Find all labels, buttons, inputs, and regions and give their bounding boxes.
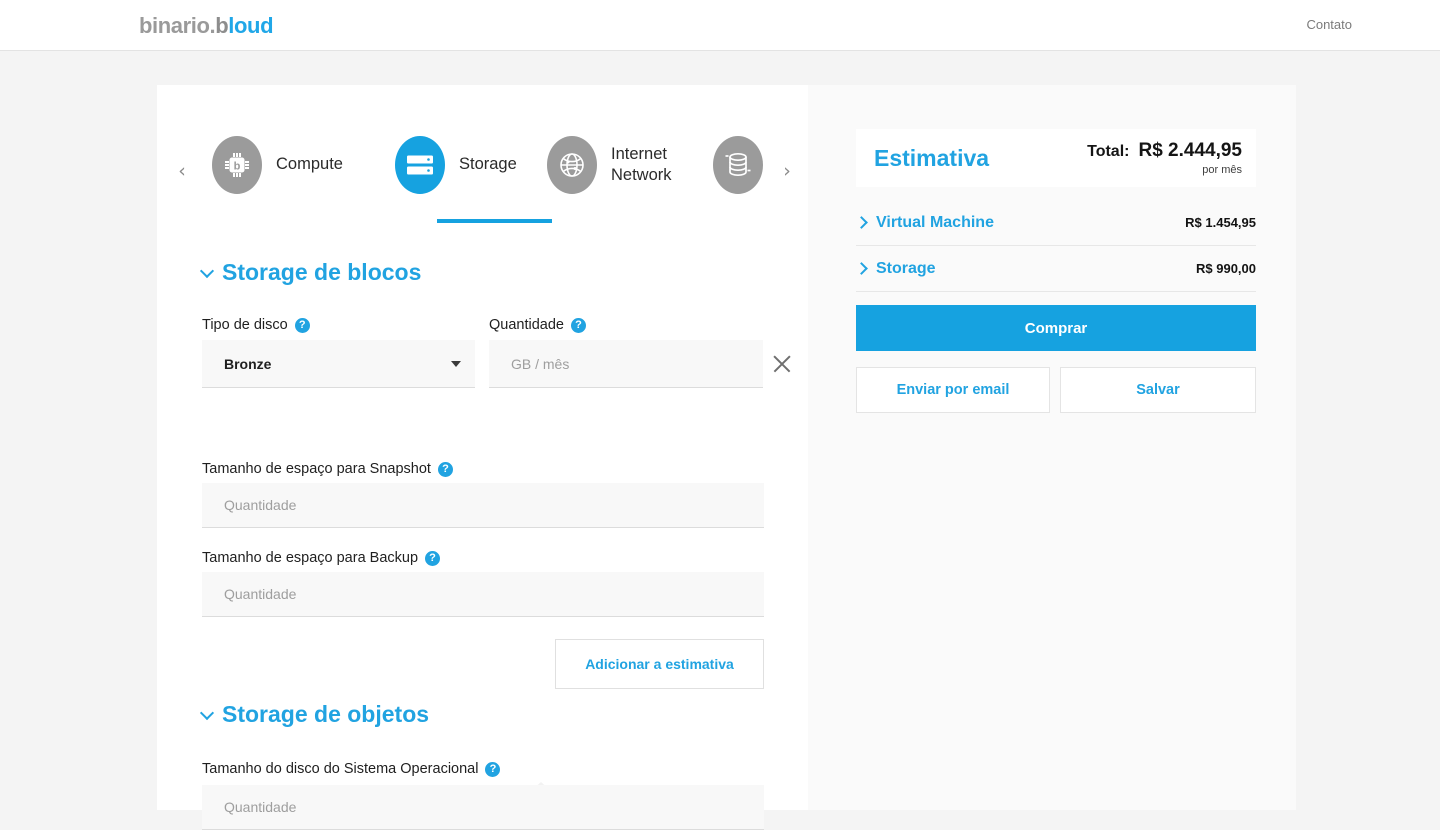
label-quantidade-text: Quantidade [489, 317, 564, 333]
section-object-storage-title: Storage de objetos [222, 701, 430, 727]
globe-icon [547, 136, 597, 194]
main-content-card: ‹ › b Compute Storage Internet Network S… [157, 85, 808, 830]
estimate-row-value: R$ 990,00 [1196, 261, 1256, 276]
estimate-row-name: Virtual Machine [876, 213, 994, 231]
remove-disk-row-button[interactable] [769, 351, 795, 377]
label-tipo-de-disco: Tipo de disco ? [202, 317, 310, 333]
tab-internet-network-label: Internet Network [611, 145, 672, 184]
chevron-down-icon [202, 265, 214, 277]
select-tipo-de-disco-value: Bronze [224, 355, 272, 372]
contact-link[interactable]: Contato [1306, 17, 1352, 32]
server-rack-icon [395, 136, 445, 194]
tabs-next-arrow-icon[interactable]: › [777, 160, 797, 182]
estimate-sidebar: Estimativa Total: R$ 2.444,95 por mês Vi… [808, 85, 1296, 810]
brand-logo[interactable]: binario.bloud [139, 13, 274, 39]
section-block-storage-title: Storage de blocos [222, 259, 422, 285]
estimate-per-month-note: por mês [1202, 164, 1242, 176]
section-block-storage-header[interactable]: Storage de blocos [202, 259, 421, 286]
estimate-summary-card: Estimativa Total: R$ 2.444,95 por mês [856, 129, 1256, 187]
chevron-right-icon [856, 217, 867, 228]
input-snapshot-size[interactable] [202, 483, 764, 528]
label-quantidade: Quantidade ? [489, 317, 586, 333]
tab-storage-active-indicator [437, 219, 552, 223]
estimate-row-value: R$ 1.454,95 [1185, 215, 1256, 230]
label-os-disk-size-text: Tamanho do disco do Sistema Operacional [202, 761, 479, 777]
chevron-down-icon [451, 360, 461, 367]
category-tabs: ‹ › b Compute Storage Internet Network [157, 118, 808, 223]
help-icon[interactable]: ? [294, 317, 310, 333]
estimate-row-virtual-machine[interactable]: Virtual Machine R$ 1.454,95 [856, 200, 1256, 246]
input-os-disk-size[interactable] [202, 785, 764, 830]
help-icon[interactable]: ? [485, 761, 501, 777]
label-snapshot-text: Tamanho de espaço para Snapshot [202, 461, 431, 477]
estimate-total-label: Total: [1087, 143, 1130, 160]
help-icon[interactable]: ? [437, 461, 453, 477]
tabs-prev-arrow-icon[interactable]: ‹ [172, 160, 192, 182]
estimate-row-storage[interactable]: Storage R$ 990,00 [856, 246, 1256, 292]
tab-storage[interactable]: Storage [395, 136, 552, 223]
select-tipo-de-disco[interactable]: Bronze [202, 340, 475, 388]
label-os-disk-size: Tamanho do disco do Sistema Operacional … [202, 761, 501, 777]
tab-internet-network[interactable]: Internet Network [547, 136, 672, 218]
label-tipo-de-disco-text: Tipo de disco [202, 317, 288, 333]
add-to-estimate-button[interactable]: Adicionar a estimativa [555, 639, 764, 689]
help-icon[interactable]: ? [570, 317, 586, 333]
tab-database[interactable] [713, 136, 777, 218]
chevron-down-icon [202, 707, 214, 719]
tab-compute-label: Compute [276, 155, 343, 173]
label-snapshot: Tamanho de espaço para Snapshot ? [202, 461, 453, 477]
input-quantidade[interactable] [489, 340, 763, 388]
tab-storage-label: Storage [459, 155, 517, 173]
top-header-bar: binario.bloud Contato [0, 0, 1440, 51]
help-icon[interactable]: ? [425, 550, 441, 566]
estimate-title: Estimativa [874, 144, 990, 171]
svg-text:b: b [234, 161, 241, 173]
chevron-right-icon [856, 263, 867, 274]
buy-button[interactable]: Comprar [856, 305, 1256, 351]
save-button[interactable]: Salvar [1060, 367, 1256, 413]
logo-text-prefix: binario. [139, 13, 216, 38]
send-by-email-button[interactable]: Enviar por email [856, 367, 1050, 413]
label-backup: Tamanho de espaço para Backup ? [202, 550, 441, 566]
estimate-total-block: Total: R$ 2.444,95 por mês [1087, 140, 1242, 176]
estimate-total-value: R$ 2.444,95 [1138, 140, 1242, 161]
logo-text-suffix: loud [228, 13, 274, 38]
label-backup-text: Tamanho de espaço para Backup [202, 550, 419, 566]
database-icon [713, 136, 763, 194]
tab-compute[interactable]: b Compute [212, 136, 343, 218]
estimate-row-name: Storage [876, 259, 936, 277]
input-backup-size[interactable] [202, 572, 764, 617]
cpu-chip-icon: b [212, 136, 262, 194]
section-object-storage-header[interactable]: Storage de objetos [202, 701, 429, 728]
logo-mark-icon: b [215, 13, 229, 38]
